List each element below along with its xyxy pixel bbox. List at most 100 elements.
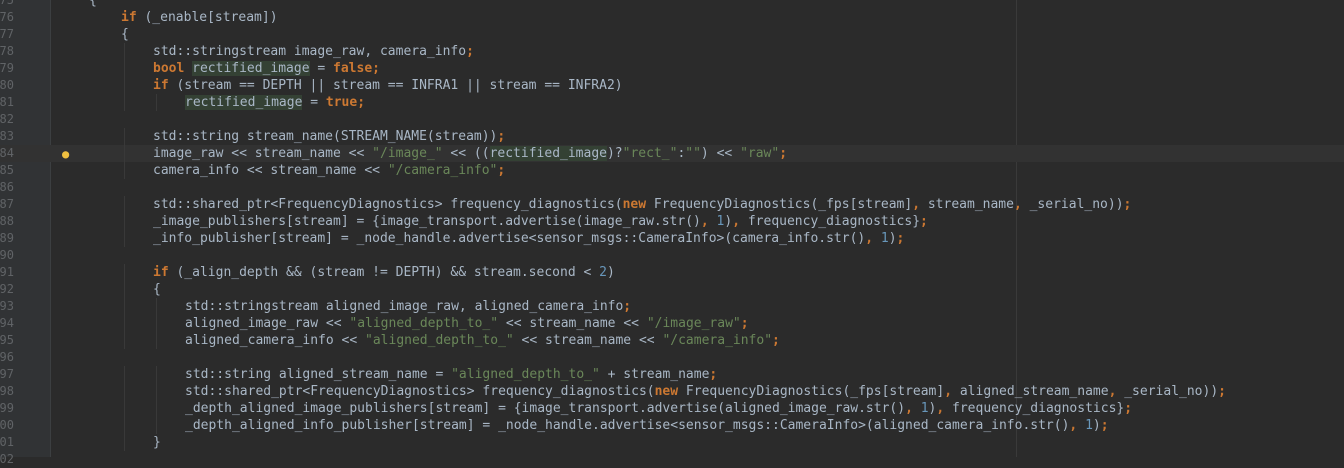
code-line[interactable]: 96 bbox=[0, 349, 1344, 366]
code-line[interactable]: 84 ● image_raw << stream_name << "/image_"… bbox=[0, 145, 1344, 162]
code-line[interactable]: 97 std::string aligned_stream_name = "ali… bbox=[0, 366, 1344, 383]
code-token: ; bbox=[779, 146, 788, 161]
code-line[interactable]: 93 std::stringstream aligned_image_raw, a… bbox=[0, 298, 1344, 315]
code-lines[interactable]: 75{76 if (_enable[stream]) 77{78 std::strin… bbox=[0, 0, 1344, 468]
code-line[interactable]: 80 if (stream == DEPTH || stream == INFRA… bbox=[0, 77, 1344, 94]
code-token: 1 bbox=[880, 231, 889, 246]
code-token: { bbox=[153, 282, 161, 297]
code-token: ) bbox=[888, 231, 897, 246]
code-line[interactable]: 90 bbox=[0, 247, 1344, 264]
indent-guide bbox=[124, 94, 125, 111]
code-token: 1 bbox=[1085, 418, 1093, 433]
code-token: , bbox=[912, 197, 928, 212]
code-token: aligned_image_raw << bbox=[185, 316, 350, 331]
indent-guide bbox=[156, 417, 157, 434]
code-token: false bbox=[333, 61, 373, 76]
line-number: 89 bbox=[0, 231, 14, 245]
code-token: << (( bbox=[442, 146, 490, 161]
code-line[interactable]: 89 _info_publisher[stream] = _node_handle… bbox=[0, 230, 1344, 247]
code-token: frequency_diagnostics} bbox=[747, 214, 921, 229]
line-number: 81 bbox=[0, 95, 14, 109]
code-line[interactable]: 88 _image_publishers[stream] = {image_tra… bbox=[0, 213, 1344, 230]
code-line[interactable]: 76 if (_enable[stream]) bbox=[0, 9, 1344, 26]
code-token: "rect_" bbox=[622, 146, 678, 161]
code-text: _depth_aligned_image_publishers[stream] … bbox=[185, 400, 1132, 417]
code-line[interactable]: 102 bbox=[0, 451, 1344, 468]
line-number: 85 bbox=[0, 163, 14, 177]
code-line[interactable]: 101} bbox=[0, 434, 1344, 451]
code-token: "aligned_depth_to_" bbox=[349, 316, 499, 331]
code-line[interactable]: 78 std::stringstream image_raw, camera_in… bbox=[0, 43, 1344, 60]
indent-guide bbox=[124, 145, 125, 162]
indent-guide bbox=[124, 315, 125, 332]
code-token: (_align_depth && (stream != DEPTH) && st… bbox=[168, 265, 600, 280]
code-token: , bbox=[944, 384, 960, 399]
line-number: 101 bbox=[0, 435, 14, 449]
indent-guide bbox=[156, 366, 157, 383]
lightbulb-icon[interactable]: ● bbox=[62, 147, 76, 161]
code-line[interactable]: 91 if (_align_depth && (stream != DEPTH) … bbox=[0, 264, 1344, 281]
code-token: bool bbox=[153, 61, 185, 76]
line-number: 102 bbox=[0, 452, 14, 466]
code-line[interactable]: 79 bool rectified_image = false; bbox=[0, 60, 1344, 77]
code-line[interactable]: 81 rectified_image = true; bbox=[0, 94, 1344, 111]
code-token: , bbox=[1108, 384, 1125, 399]
line-number: 80 bbox=[0, 78, 14, 92]
line-number: 97 bbox=[0, 367, 14, 381]
indent-guide bbox=[124, 60, 125, 77]
indent-guide bbox=[124, 417, 125, 434]
code-token: ) bbox=[606, 265, 615, 280]
code-token: ; bbox=[372, 61, 380, 76]
code-token: "/camera_info" bbox=[387, 163, 498, 178]
indent-guide bbox=[124, 196, 125, 213]
code-line[interactable]: 92 { bbox=[0, 281, 1344, 298]
code-text: std::stringstream aligned_image_raw, ali… bbox=[185, 298, 631, 315]
code-token: ; bbox=[623, 299, 632, 314]
code-line[interactable]: 98 std::shared_ptr<FrequencyDiagnostics> … bbox=[0, 383, 1344, 400]
code-line[interactable]: 99 _depth_aligned_image_publishers[stream… bbox=[0, 400, 1344, 417]
code-line[interactable]: 85 camera_info << stream_name << "/camera… bbox=[0, 162, 1344, 179]
code-line[interactable]: 82 bbox=[0, 111, 1344, 128]
code-token: ; bbox=[1100, 418, 1109, 433]
line-number: 79 bbox=[0, 61, 14, 75]
code-text: std::stringstream image_raw, camera_info… bbox=[153, 43, 474, 60]
indent-guide bbox=[124, 281, 125, 298]
indent-guide bbox=[156, 315, 157, 332]
line-number: 86 bbox=[0, 180, 14, 194]
code-text: { bbox=[89, 0, 97, 9]
code-line[interactable]: 94 aligned_image_raw << "aligned_depth_to… bbox=[0, 315, 1344, 332]
code-line[interactable]: 75 { bbox=[0, 0, 1344, 9]
code-line[interactable]: 95 aligned_camera_info << "aligned_depth_… bbox=[0, 332, 1344, 349]
code-token: } bbox=[153, 435, 161, 450]
code-text: _info_publisher[stream] = _node_handle.a… bbox=[153, 230, 904, 247]
line-number: 87 bbox=[0, 197, 14, 211]
code-text: std::string aligned_stream_name = "align… bbox=[185, 366, 717, 383]
code-token: std::stringstream image_raw, camera_info bbox=[153, 44, 467, 59]
code-token: FrequencyDiagnostics(_fps[stream] bbox=[646, 197, 913, 212]
code-token: frequency_diagnostics} bbox=[952, 401, 1125, 416]
line-number: 98 bbox=[0, 384, 14, 398]
code-token: ; bbox=[1124, 401, 1133, 416]
code-token: if bbox=[121, 10, 137, 25]
code-token: image_raw << stream_name << bbox=[153, 146, 373, 161]
code-line[interactable]: 87 std::shared_ptr<FrequencyDiagnostics> … bbox=[0, 196, 1344, 213]
code-text: { bbox=[153, 281, 161, 298]
line-number: 99 bbox=[0, 401, 14, 415]
indent-guide bbox=[124, 213, 125, 230]
code-token: (_enable[stream]) bbox=[136, 10, 278, 25]
code-line[interactable]: 100 _depth_aligned_info_publisher[stream]… bbox=[0, 417, 1344, 434]
indent-guide bbox=[124, 43, 125, 60]
code-line[interactable]: 83 std::string stream_name(STREAM_NAME(st… bbox=[0, 128, 1344, 145]
code-line[interactable]: 86 bbox=[0, 179, 1344, 196]
code-line[interactable]: 77 { bbox=[0, 26, 1344, 43]
code-token: new bbox=[622, 197, 647, 212]
code-text: std::string stream_name(STREAM_NAME(stre… bbox=[153, 128, 505, 145]
code-editor[interactable]: 75{76 if (_enable[stream]) 77{78 std::strin… bbox=[0, 0, 1344, 466]
code-token: aligned_camera_info << bbox=[185, 333, 366, 348]
indent-guide bbox=[124, 298, 125, 315]
code-text: image_raw << stream_name << "/image_" <<… bbox=[153, 145, 787, 162]
code-token: _image_publishers[stream] = {image_trans… bbox=[153, 214, 701, 229]
code-text: camera_info << stream_name << "/camera_i… bbox=[153, 162, 505, 179]
code-token: _info_publisher[stream] = _node_handle.a… bbox=[153, 231, 866, 246]
code-token: true bbox=[325, 95, 358, 110]
